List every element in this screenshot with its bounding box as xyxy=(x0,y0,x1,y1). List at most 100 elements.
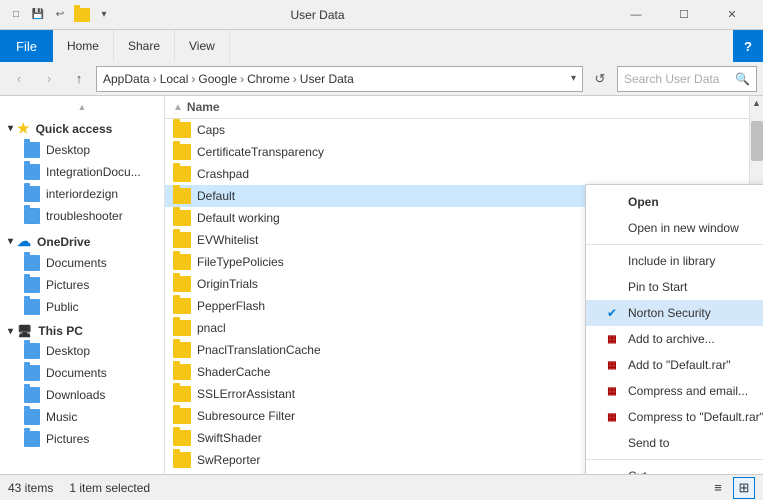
ctx-send-to[interactable]: Send to › xyxy=(586,430,763,456)
sidebar-item-public-od[interactable]: Public xyxy=(0,296,164,318)
ctx-open-new-window[interactable]: Open in new window xyxy=(586,215,763,241)
address-box[interactable]: AppData › Local › Google › Chrome › User… xyxy=(96,66,583,92)
crumb-chrome[interactable]: Chrome xyxy=(247,72,290,86)
view-controls: ≡ ⊞ xyxy=(707,477,755,499)
folder-icon xyxy=(173,122,191,138)
sidebar: ▲ ▾ ★ Quick access Desktop IntegrationDo… xyxy=(0,96,165,474)
ctx-pin-start[interactable]: Pin to Start xyxy=(586,274,763,300)
folder-icon xyxy=(173,320,191,336)
refresh-button[interactable]: ↺ xyxy=(587,66,613,92)
up-button[interactable]: ↑ xyxy=(66,66,92,92)
ctx-include-library-icon xyxy=(602,253,622,269)
sidebar-item-downloads-pc[interactable]: Downloads xyxy=(0,384,164,406)
search-box[interactable]: Search User Data 🔍 xyxy=(617,66,757,92)
item-count: 43 items xyxy=(8,481,53,495)
sidebar-item-desktop-pc[interactable]: Desktop xyxy=(0,340,164,362)
folder-blue-icon xyxy=(24,186,40,202)
ctx-add-default-rar[interactable]: ▦ Add to "Default.rar" xyxy=(586,352,763,378)
folder-blue-icon xyxy=(24,299,40,315)
folder-blue-icon xyxy=(24,431,40,447)
folder-icon xyxy=(173,386,191,402)
crumb-appdata[interactable]: AppData xyxy=(103,72,150,86)
ctx-send-to-icon xyxy=(602,435,622,451)
file-name: Default working xyxy=(197,211,280,225)
close-button[interactable]: ✕ xyxy=(709,0,755,30)
folder-blue-icon xyxy=(24,277,40,293)
folder-icon xyxy=(173,144,191,160)
ctx-add-archive[interactable]: ▦ Add to archive... xyxy=(586,326,763,352)
folder-icon xyxy=(173,430,191,446)
folder-icon xyxy=(173,408,191,424)
ctx-add-default-rar-label: Add to "Default.rar" xyxy=(628,358,731,372)
ctx-compress-default-rar[interactable]: ▦ Compress to "Default.rar" and email xyxy=(586,404,763,430)
ctx-rar3-icon: ▦ xyxy=(602,383,622,399)
column-name[interactable]: Name xyxy=(187,100,220,114)
sidebar-item-label: Desktop xyxy=(46,344,90,358)
ctx-pin-start-icon xyxy=(602,279,622,295)
file-name: SSLErrorAssistant xyxy=(197,387,295,401)
ctx-open[interactable]: Open xyxy=(586,189,763,215)
file-list-header: ▲ Name xyxy=(165,96,749,119)
ribbon-share-tab[interactable]: Share xyxy=(114,30,175,62)
sidebar-item-pictures-od[interactable]: Pictures xyxy=(0,274,164,296)
selection-count: 1 item selected xyxy=(69,481,150,495)
ctx-compress-email[interactable]: ▦ Compress and email... xyxy=(586,378,763,404)
sidebar-item-integrationdocu[interactable]: IntegrationDocu... xyxy=(0,161,164,183)
sidebar-item-pictures-pc[interactable]: Pictures xyxy=(0,428,164,450)
crumb-local[interactable]: Local xyxy=(160,72,189,86)
dropdown-crumb-icon[interactable]: ▾ xyxy=(571,73,576,84)
ctx-sep-2 xyxy=(586,459,763,460)
file-name: ShaderCache xyxy=(197,365,270,379)
main-area: ▲ ▾ ★ Quick access Desktop IntegrationDo… xyxy=(0,96,763,474)
forward-button[interactable]: › xyxy=(36,66,62,92)
large-icons-view-button[interactable]: ⊞ xyxy=(733,477,755,499)
crumb-google[interactable]: Google xyxy=(198,72,237,86)
thispc-header[interactable]: ▾ 🖥 This PC xyxy=(0,322,164,340)
onedrive-chevron: ▾ xyxy=(8,236,13,247)
minimize-button[interactable]: — xyxy=(613,0,659,30)
sidebar-item-troubleshooter[interactable]: troubleshooter xyxy=(0,205,164,227)
sidebar-item-desktop-qa[interactable]: Desktop xyxy=(0,139,164,161)
ctx-norton[interactable]: ✔ Norton Security › xyxy=(586,300,763,326)
folder-blue-icon xyxy=(24,343,40,359)
status-bar: 43 items 1 item selected ≡ ⊞ xyxy=(0,474,763,500)
ctx-open-new-window-icon xyxy=(602,220,622,236)
back-button[interactable]: ‹ xyxy=(6,66,32,92)
ctx-include-library-label: Include in library xyxy=(628,254,715,268)
ctx-rar2-icon: ▦ xyxy=(602,357,622,373)
ctx-include-library[interactable]: Include in library › xyxy=(586,248,763,274)
maximize-button[interactable]: ☐ xyxy=(661,0,707,30)
folder-icon xyxy=(173,210,191,226)
ctx-norton-label: Norton Security xyxy=(628,306,711,320)
details-view-button[interactable]: ≡ xyxy=(707,477,729,499)
scroll-thumb[interactable] xyxy=(751,121,763,161)
title-bar: □ 💾 ↩ ▾ User Data — ☐ ✕ xyxy=(0,0,763,30)
sidebar-item-interiordezign[interactable]: interiordezign xyxy=(0,183,164,205)
onedrive-header[interactable]: ▾ ☁ OneDrive xyxy=(0,231,164,252)
file-name: PepperFlash xyxy=(197,299,265,313)
sidebar-item-documents-od[interactable]: Documents xyxy=(0,252,164,274)
sidebar-item-music-pc[interactable]: Music xyxy=(0,406,164,428)
folder-blue-icon xyxy=(24,409,40,425)
sidebar-item-documents-pc[interactable]: Documents xyxy=(0,362,164,384)
sidebar-scroll-up[interactable]: ▲ xyxy=(78,102,87,112)
ribbon-file-tab[interactable]: File xyxy=(0,30,53,62)
folder-icon xyxy=(173,232,191,248)
file-item-crashpad[interactable]: Crashpad xyxy=(165,163,749,185)
file-name: OriginTrials xyxy=(197,277,258,291)
file-item-cert[interactable]: CertificateTransparency xyxy=(165,141,749,163)
help-button[interactable]: ? xyxy=(733,30,763,62)
file-item-caps[interactable]: Caps xyxy=(165,119,749,141)
scroll-up-arrow[interactable]: ▲ xyxy=(750,96,763,110)
quick-access-header[interactable]: ▾ ★ Quick access xyxy=(0,118,164,139)
ctx-cut[interactable]: Cut xyxy=(586,463,763,474)
search-icon: 🔍 xyxy=(735,72,750,86)
ribbon-home-tab[interactable]: Home xyxy=(53,30,114,62)
ribbon-view-tab[interactable]: View xyxy=(175,30,230,62)
crumb-userdata[interactable]: User Data xyxy=(300,72,354,86)
thispc-label: This PC xyxy=(38,324,83,338)
context-menu: Open Open in new window Include in libra… xyxy=(585,184,763,474)
ribbon-tabs: Home Share View xyxy=(53,30,733,62)
sidebar-section-thispc: ▾ 🖥 This PC Desktop Documents Downloads … xyxy=(0,322,164,450)
file-name: Crashpad xyxy=(197,167,249,181)
